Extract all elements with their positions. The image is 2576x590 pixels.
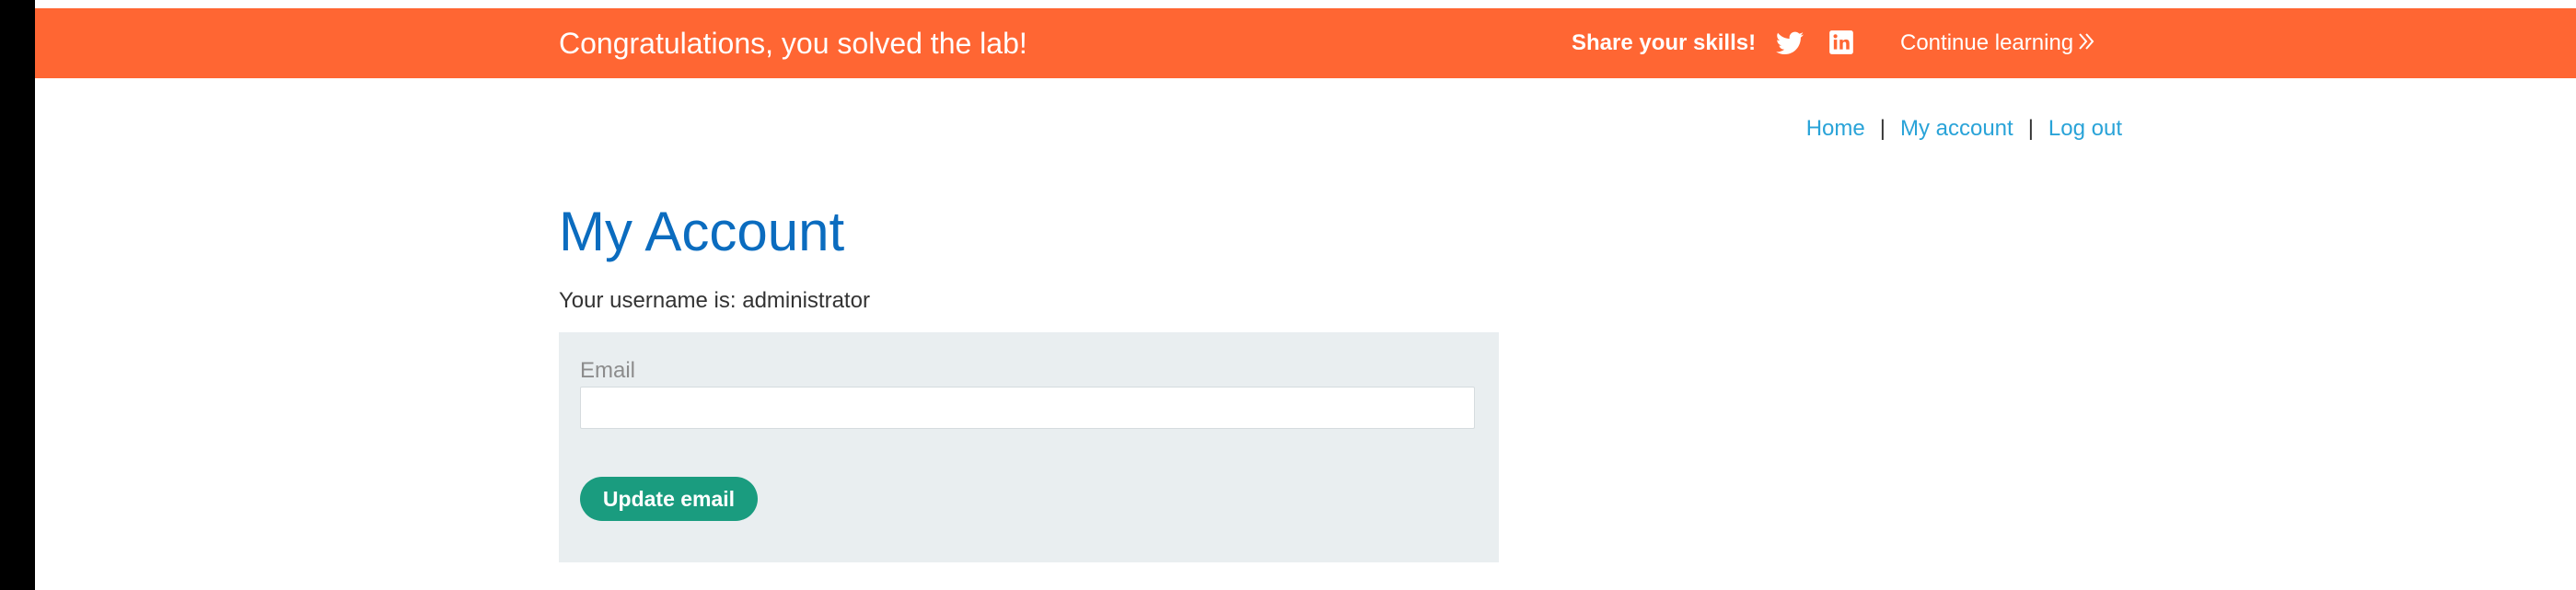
lab-solved-banner: Congratulations, you solved the lab! Sha…	[35, 8, 2576, 78]
share-label: Share your skills!	[1572, 30, 1757, 55]
nav-log-out-link[interactable]: Log out	[2048, 116, 2122, 141]
top-nav: Home | My account | Log out	[1806, 116, 2122, 142]
email-label: Email	[580, 358, 636, 383]
left-edge-strip	[0, 0, 35, 590]
twitter-icon[interactable]	[1776, 31, 1804, 55]
change-email-form: Email Update email	[559, 332, 1499, 562]
nav-my-account-link[interactable]: My account	[1900, 116, 2013, 141]
linkedin-icon[interactable]	[1828, 29, 1854, 55]
continue-learning-link[interactable]: Continue learning	[1900, 8, 2095, 78]
nav-home-link[interactable]: Home	[1806, 116, 1865, 141]
page-title: My Account	[559, 201, 845, 262]
update-email-button[interactable]: Update email	[580, 477, 758, 521]
page: Congratulations, you solved the lab! Sha…	[35, 0, 2576, 590]
nav-separator: |	[1879, 116, 1886, 141]
nav-separator: |	[2027, 116, 2034, 141]
continue-learning-label: Continue learning	[1900, 30, 2074, 55]
double-chevron-right-icon	[2079, 33, 2094, 50]
email-input[interactable]	[580, 387, 1475, 429]
username-text: Your username is: administrator	[559, 288, 870, 313]
banner-title: Congratulations, you solved the lab!	[559, 27, 1027, 60]
